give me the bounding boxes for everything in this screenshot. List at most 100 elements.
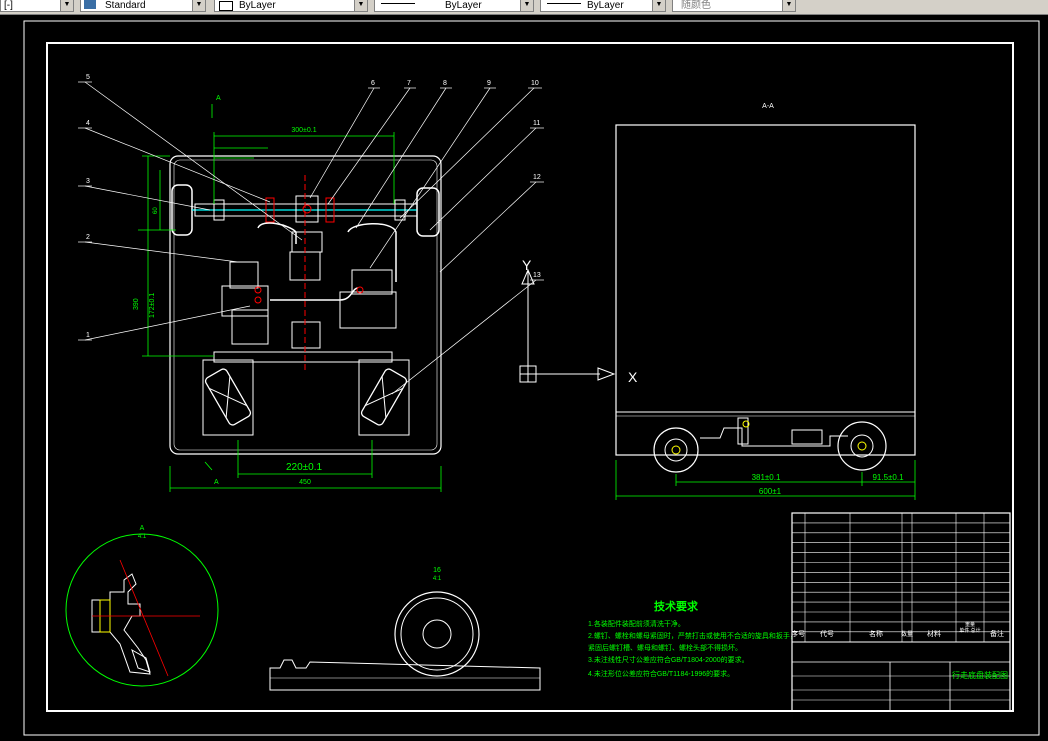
tech-title: 技术要求 (654, 599, 699, 613)
section-label-bottom: A (214, 479, 219, 486)
linetype-combo[interactable]: ByLayer ▼ (374, 0, 534, 12)
diff-gear (302, 204, 312, 214)
callout-8: 8 (443, 80, 447, 87)
tech-note-5: 4.未注形位公差应符合GB/T1184-1996的要求。 (588, 669, 734, 678)
side-wheel-front (837, 421, 887, 471)
detail2-label: 16 (433, 567, 441, 574)
chevron-down-icon[interactable]: ▼ (192, 0, 205, 11)
front-wheel-right (360, 368, 408, 426)
title-block: 序号 代号 名称 数量 材料 单件 总计 重量 备注 行走底盘装配图 (791, 512, 1011, 712)
text-style-value: Standard (105, 0, 146, 11)
side-wheel-front-hub (850, 434, 874, 458)
wheel-right (416, 187, 440, 237)
drawing-name: 行走底盘装配图 (952, 670, 1008, 680)
dim-side-wheelbase: 381±0.1 (752, 473, 781, 482)
lineweight-swatch-icon (547, 3, 581, 4)
chevron-down-icon[interactable]: ▼ (520, 0, 533, 11)
detail-axis (119, 559, 169, 677)
pulley-rim (400, 597, 474, 671)
chevron-down-icon[interactable]: ▼ (652, 0, 665, 11)
dim-top: 300±0.1 (291, 127, 316, 134)
drawing-canvas[interactable]: 300±0.1 450 220±0.1 390 172±0.1 60 A A 1… (0, 14, 1048, 736)
side-gear (737, 417, 749, 445)
steering-box (291, 321, 321, 349)
header-col-5: 单件 总计 (959, 627, 980, 634)
tech-note-2: 2.螺钉、螺栓和螺母紧固时，严禁打击或使用不合适的旋具和扳手， (588, 631, 797, 640)
detail2-scale: 4:1 (433, 576, 442, 582)
dim-220: 220±0.1 (286, 462, 323, 473)
side-view: A-A 381±0.1 91.5±0.1 600±1 (615, 103, 916, 500)
linetype-value: ByLayer (445, 0, 482, 11)
dim-vert-small: 60 (153, 207, 159, 214)
detail-16-view: 16 4:1 (269, 567, 541, 691)
callout-6: 6 (371, 80, 375, 87)
first-combo[interactable]: [-] ▼ (0, 0, 74, 12)
top-view: 300±0.1 450 220±0.1 390 172±0.1 60 A A (133, 95, 442, 492)
callout-12: 12 (533, 174, 541, 181)
drive-train (700, 427, 848, 447)
chevron-down-icon[interactable]: ▼ (60, 0, 73, 11)
dim-side-offset: 91.5±0.1 (872, 473, 904, 482)
hose-1 (257, 222, 297, 244)
differential (295, 195, 319, 223)
tech-note-1: 1.各装配件装配前须清洗干净。 (588, 619, 685, 628)
header-col-2: 名称 (869, 629, 883, 638)
header-col-3: 数量 (901, 630, 913, 638)
callout-13: 13 (533, 272, 541, 279)
technical-requirements: 技术要求 1.各装配件装配前须清洗干净。 2.螺钉、螺栓和螺母紧固时，严禁打击或… (588, 599, 797, 678)
motor-right (351, 269, 393, 295)
side-wheel-front-center (857, 441, 867, 451)
linetype-swatch-icon (381, 3, 415, 4)
hose-3 (270, 287, 359, 301)
side-wheel-rear-hub (664, 438, 688, 462)
color-value: ByLayer (239, 0, 276, 11)
drawing-frame (46, 42, 1014, 712)
model-space: 300±0.1 450 220±0.1 390 172±0.1 60 A A 1… (23, 20, 1040, 736)
ucs-y-label: Y (522, 257, 532, 273)
lineweight-combo[interactable]: ByLayer ▼ (540, 0, 666, 12)
header-col-6: 备注 (990, 629, 1004, 638)
tech-note-4: 3.未注线性尺寸公差应符合GB/T1804-2000的要求。 (588, 655, 749, 664)
header-weight: 重量 (965, 621, 975, 628)
detail-label: A (140, 525, 145, 532)
callout-7: 7 (407, 80, 411, 87)
callout-2: 2 (86, 234, 90, 241)
side-wheel-rear-center (671, 445, 681, 455)
first-combo-value: [-] (4, 0, 13, 11)
body-box (615, 124, 916, 456)
dim-side-length: 600±1 (759, 487, 782, 496)
color-combo[interactable]: ByLayer ▼ (214, 0, 368, 12)
plot-style-value: 随颜色 (681, 0, 711, 11)
detail-scale: 4:1 (138, 534, 147, 540)
hose-2 (347, 223, 397, 282)
section-label-left: A (216, 95, 221, 102)
motor-left (229, 261, 259, 289)
belt-section (269, 659, 541, 691)
text-style-combo[interactable]: Standard ▼ (80, 0, 206, 12)
front-wheel-left (204, 368, 252, 426)
header-col-0: 序号 (791, 629, 805, 638)
dim-width: 450 (299, 479, 311, 486)
callout-9: 9 (487, 80, 491, 87)
dim-vert-172: 172±0.1 (149, 293, 156, 318)
pulley-hub (422, 619, 452, 649)
motor-left-lower (231, 309, 269, 345)
side-wheel-rear (653, 427, 699, 473)
side-motor (791, 429, 823, 445)
callout-4: 4 (86, 120, 90, 127)
red-bolt-2 (254, 296, 262, 304)
text-style-icon (84, 0, 96, 9)
header-col-1: 代号 (820, 629, 834, 638)
callout-10: 10 (531, 80, 539, 87)
callout-11: 11 (533, 120, 540, 127)
detail-a-view: A 4:1 (65, 525, 219, 687)
properties-toolbar: [-] ▼ Standard ▼ ByLayer ▼ ByLayer ▼ ByL… (0, 0, 1048, 15)
view-label: A-A (762, 103, 774, 110)
wheel-left (171, 184, 193, 236)
chevron-down-icon[interactable]: ▼ (782, 0, 795, 11)
pulley-outer (394, 591, 480, 677)
plot-style-combo[interactable]: 随颜色 ▼ (672, 0, 796, 12)
tech-note-3: 紧固后螺钉槽、螺母和螺钉、螺栓头部不得损坏。 (588, 643, 742, 652)
detail-circle (65, 533, 219, 687)
chevron-down-icon[interactable]: ▼ (354, 0, 367, 11)
